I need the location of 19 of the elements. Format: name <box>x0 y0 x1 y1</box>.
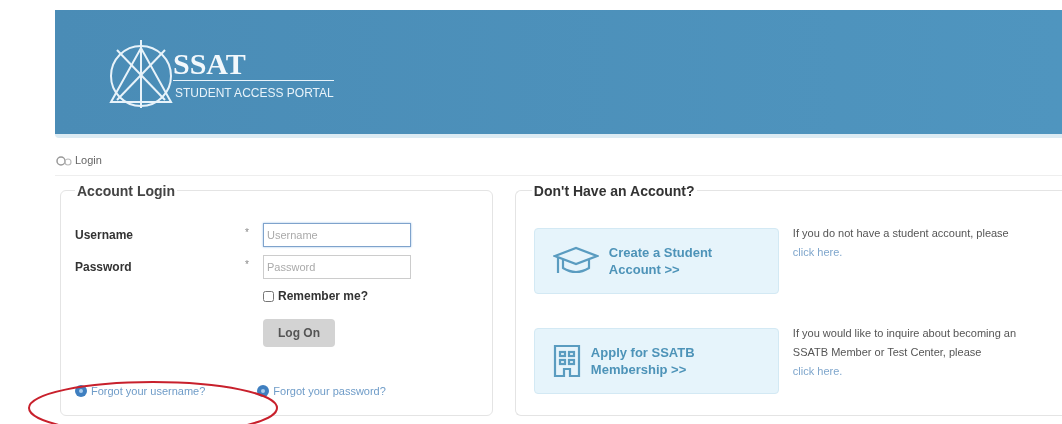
log-on-button[interactable]: Log On <box>263 319 335 347</box>
help-link[interactable]: Forgot your password? <box>257 383 386 400</box>
help-link[interactable]: Forgot your username? <box>75 383 206 400</box>
click-here-link[interactable]: click here. <box>792 246 843 258</box>
info-text: If you would like to inquire about becoming an SSATB Member or Test Center, please click here. <box>792 326 1018 379</box>
signup-button[interactable]: Apply for SSATB Membership >> <box>533 328 779 394</box>
info-text: If you do not have a student account, please click here. <box>792 226 1010 260</box>
field-label: Username <box>75 227 135 244</box>
checkbox-label: Remember me? <box>278 288 369 305</box>
field-label: Password <box>75 259 133 276</box>
signup-button[interactable]: Create a Student Account >> <box>533 228 779 294</box>
required-mark: * <box>245 225 250 240</box>
input-field[interactable]: Password <box>263 255 411 279</box>
input-field[interactable]: Username <box>263 223 411 247</box>
logo-title: SSAT <box>173 48 334 81</box>
breadcrumb-label: Login <box>75 153 102 169</box>
click-here-link[interactable]: click here. <box>792 365 843 377</box>
logo-subtitle: STUDENT ACCESS PORTAL <box>174 85 334 102</box>
required-mark: * <box>245 257 250 272</box>
